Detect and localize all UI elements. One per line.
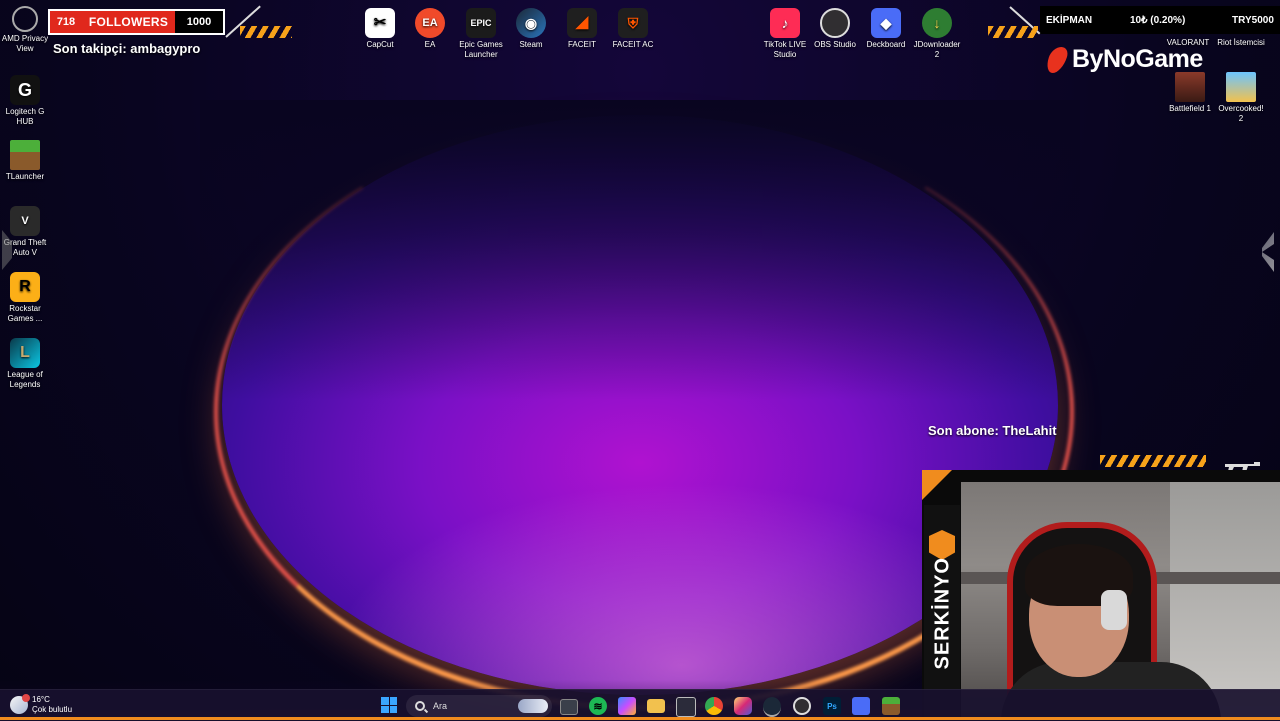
ea-icon: EA bbox=[415, 8, 445, 38]
weather-description: Çok bulutlu bbox=[32, 705, 73, 714]
bynogame-logo-mark bbox=[1043, 46, 1071, 73]
followers-goal-bar: 718 FOLLOWERS 1000 bbox=[48, 9, 225, 35]
taskbar-search[interactable]: Ara bbox=[406, 695, 552, 717]
desktop-icon-label: TikTok LIVE Studio bbox=[763, 40, 807, 59]
desktop-icon-obs-studio[interactable]: OBS Studio bbox=[810, 8, 860, 50]
overcooked-2-icon bbox=[1226, 72, 1256, 102]
webcam-headset bbox=[1101, 590, 1127, 630]
bynogame-logo: ByNoGame bbox=[1043, 45, 1203, 74]
taskbar-chrome-icon[interactable] bbox=[705, 697, 723, 715]
desktop-icon-capcut[interactable]: ✂ CapCut bbox=[355, 8, 405, 50]
donation-goal-value: 10₺ (0.20%) bbox=[1130, 15, 1186, 26]
windows-logo-tile bbox=[389, 697, 397, 705]
windows-logo-tile bbox=[389, 705, 397, 713]
steam-icon: ◉ bbox=[516, 8, 546, 38]
taskbar-spotify-icon[interactable]: ≋ bbox=[589, 697, 607, 715]
desktop-icon-label: Riot İstemcisi bbox=[1217, 38, 1265, 47]
desktop-icon-label: Overcooked! 2 bbox=[1218, 104, 1264, 123]
desktop-icon-tlauncher[interactable]: TLauncher bbox=[0, 140, 50, 182]
desktop-icon-battlefield-1[interactable]: Battlefield 1 bbox=[1165, 72, 1215, 114]
jdownloader-icon: ↓ bbox=[922, 8, 952, 38]
desktop-icon-overcooked-2[interactable]: Overcooked! 2 bbox=[1216, 72, 1266, 124]
start-button[interactable] bbox=[381, 697, 397, 713]
taskbar-file-explorer-icon[interactable] bbox=[560, 699, 578, 715]
camera-stripes bbox=[1100, 455, 1206, 467]
wallpaper-fade bbox=[200, 100, 1080, 400]
taskbar-weather-widget[interactable]: 16°C Çok bulutlu bbox=[10, 694, 73, 715]
streamer-name: SERKİNYO bbox=[931, 557, 954, 670]
capcut-icon: ✂ bbox=[365, 8, 395, 38]
search-placeholder: Ara bbox=[433, 701, 448, 711]
desktop-icon-label: AMD Privacy View bbox=[1, 34, 49, 53]
desktop-icon-label: Epic Games Launcher bbox=[459, 40, 503, 59]
desktop-icon-label: Steam bbox=[519, 40, 543, 49]
desktop-icon-label: TLauncher bbox=[5, 172, 45, 181]
faceit-icon: ◢ bbox=[567, 8, 597, 38]
taskbar-store-icon[interactable] bbox=[676, 697, 696, 717]
taskbar-copilot-icon[interactable] bbox=[618, 697, 636, 715]
desktop-icon-epic-games[interactable]: EPIC Epic Games Launcher bbox=[456, 8, 506, 60]
taskbar-steam-icon[interactable] bbox=[763, 697, 781, 717]
overlay-stripes bbox=[988, 26, 1038, 38]
weather-cloud-icon bbox=[10, 694, 30, 714]
followers-goal: 1000 bbox=[175, 11, 223, 33]
followers-label: FOLLOWERS bbox=[82, 11, 175, 33]
windows-logo-tile bbox=[381, 705, 389, 713]
search-highlight-icon bbox=[518, 699, 548, 713]
desktop-icon-tiktok-live[interactable]: ♪ TikTok LIVE Studio bbox=[760, 8, 810, 60]
desktop-icon-label: JDownloader 2 bbox=[913, 40, 961, 59]
taskbar-obs-icon[interactable] bbox=[793, 697, 811, 715]
logitech-g-hub-icon: G bbox=[10, 75, 40, 105]
battlefield-1-icon bbox=[1175, 72, 1205, 102]
desktop-icon-deckboard[interactable]: ◆ Deckboard bbox=[861, 8, 911, 50]
desktop-icon-faceit[interactable]: ◢ FACEIT bbox=[557, 8, 607, 50]
taskbar-tlauncher-icon[interactable] bbox=[882, 697, 900, 715]
desktop-icon-logitech-g-hub[interactable]: G Logitech G HUB bbox=[0, 75, 50, 127]
league-of-legends-icon: L bbox=[10, 338, 40, 368]
desktop-icon-label: FACEIT AC bbox=[612, 40, 654, 49]
tiktok-live-icon: ♪ bbox=[770, 8, 800, 38]
donation-goal-label: EKİPMAN bbox=[1046, 15, 1093, 26]
desktop-icon-label: Deckboard bbox=[866, 40, 906, 49]
amd-privacy-view-icon bbox=[12, 6, 38, 32]
last-follower-text: Son takipçi: ambagypro bbox=[53, 41, 201, 56]
desktop-icon-label: League of Legends bbox=[7, 370, 43, 389]
overlay-stripes bbox=[240, 26, 292, 38]
weather-temperature: 16°C bbox=[32, 695, 50, 704]
webcam-feed bbox=[961, 482, 1280, 720]
taskbar-folder-icon[interactable] bbox=[647, 699, 665, 713]
desktop-icon-label: EA bbox=[424, 40, 436, 49]
desktop-icon-league-of-legends[interactable]: L League of Legends bbox=[0, 338, 50, 390]
desktop-icon-jdownloader[interactable]: ↓ JDownloader 2 bbox=[912, 8, 962, 60]
bynogame-logo-text: ByNoGame bbox=[1072, 45, 1203, 73]
donation-goal-target: TRY5000 bbox=[1232, 15, 1274, 26]
desktop-icon-faceit-ac[interactable]: ⛨ FACEIT AC bbox=[608, 8, 658, 50]
faceit-ac-icon: ⛨ bbox=[618, 8, 648, 38]
obs-studio-icon bbox=[820, 8, 850, 38]
windows-logo-tile bbox=[381, 697, 389, 705]
desktop-icon-riot-client[interactable]: Riot İstemcisi bbox=[1216, 38, 1266, 48]
epic-games-icon: EPIC bbox=[466, 8, 496, 38]
search-icon bbox=[415, 701, 425, 711]
followers-count: 718 bbox=[50, 11, 82, 33]
taskbar-instagram-icon[interactable] bbox=[734, 697, 752, 715]
desktop-icon-ea[interactable]: EA EA bbox=[405, 8, 455, 50]
desktop-icon-steam[interactable]: ◉ Steam bbox=[506, 8, 556, 50]
taskbar-deckboard-icon[interactable] bbox=[852, 697, 870, 715]
desktop-icon-label: Logitech G HUB bbox=[5, 107, 45, 126]
desktop-icon-label: Rockstar Games ... bbox=[7, 304, 43, 323]
rockstar-games-icon: R bbox=[10, 272, 40, 302]
last-subscriber-text: Son abone: TheLahit bbox=[928, 423, 1057, 438]
desktop-icon-label: FACEIT bbox=[567, 40, 596, 49]
desktop-icon-label: OBS Studio bbox=[814, 40, 856, 49]
desktop-icon-label: Battlefield 1 bbox=[1169, 104, 1211, 113]
deckboard-icon: ◆ bbox=[871, 8, 901, 38]
desktop-icon-rockstar-games[interactable]: R Rockstar Games ... bbox=[0, 272, 50, 324]
taskbar-photoshop-icon[interactable]: Ps bbox=[823, 697, 841, 715]
desktop-icon-label: CapCut bbox=[366, 40, 394, 49]
desktop-icon-amd-privacy-view[interactable]: AMD Privacy View bbox=[0, 6, 50, 54]
tlauncher-icon bbox=[10, 140, 40, 170]
gta-v-icon: V bbox=[10, 206, 40, 236]
